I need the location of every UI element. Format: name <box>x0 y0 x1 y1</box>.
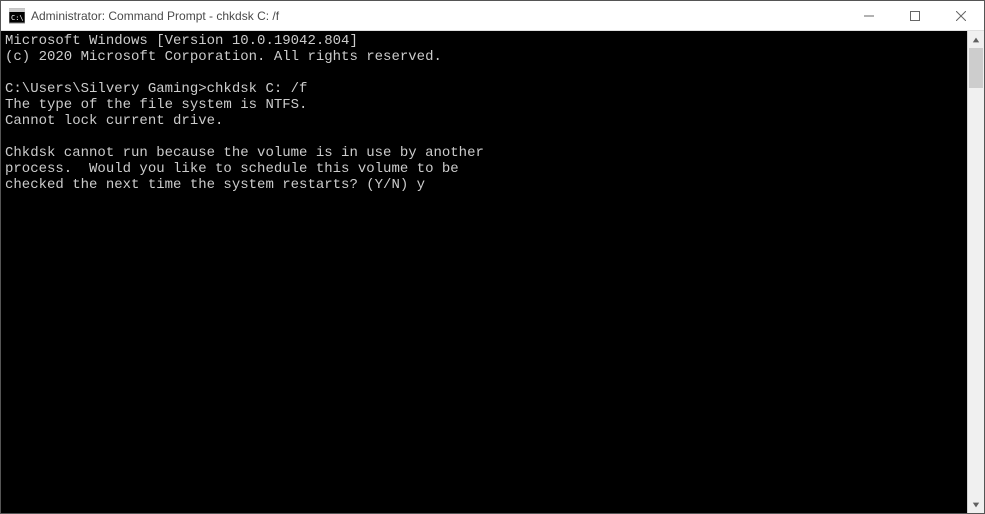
command-prompt-window: C:\ Administrator: Command Prompt - chkd… <box>0 0 985 514</box>
terminal-line: Chkdsk cannot run because the volume is … <box>5 145 963 161</box>
scroll-down-arrow-icon[interactable] <box>968 496 984 513</box>
terminal-line: process. Would you like to schedule this… <box>5 161 963 177</box>
window-title: Administrator: Command Prompt - chkdsk C… <box>31 9 846 23</box>
terminal-line: (c) 2020 Microsoft Corporation. All righ… <box>5 49 963 65</box>
titlebar[interactable]: C:\ Administrator: Command Prompt - chkd… <box>1 1 984 31</box>
scroll-track[interactable] <box>968 48 984 496</box>
terminal-line <box>5 129 963 145</box>
terminal-line: Cannot lock current drive. <box>5 113 963 129</box>
cmd-icon: C:\ <box>9 8 25 24</box>
scroll-up-arrow-icon[interactable] <box>968 31 984 48</box>
vertical-scrollbar[interactable] <box>967 31 984 513</box>
scroll-thumb[interactable] <box>969 48 983 88</box>
content-area: Microsoft Windows [Version 10.0.19042.80… <box>1 31 984 513</box>
terminal-line: C:\Users\Silvery Gaming>chkdsk C: /f <box>5 81 963 97</box>
svg-text:C:\: C:\ <box>11 14 24 22</box>
close-button[interactable] <box>938 1 984 30</box>
terminal-line <box>5 65 963 81</box>
terminal-line: checked the next time the system restart… <box>5 177 963 193</box>
minimize-button[interactable] <box>846 1 892 30</box>
window-controls <box>846 1 984 30</box>
maximize-button[interactable] <box>892 1 938 30</box>
terminal-line: Microsoft Windows [Version 10.0.19042.80… <box>5 33 963 49</box>
terminal-output[interactable]: Microsoft Windows [Version 10.0.19042.80… <box>1 31 967 513</box>
terminal-line: The type of the file system is NTFS. <box>5 97 963 113</box>
